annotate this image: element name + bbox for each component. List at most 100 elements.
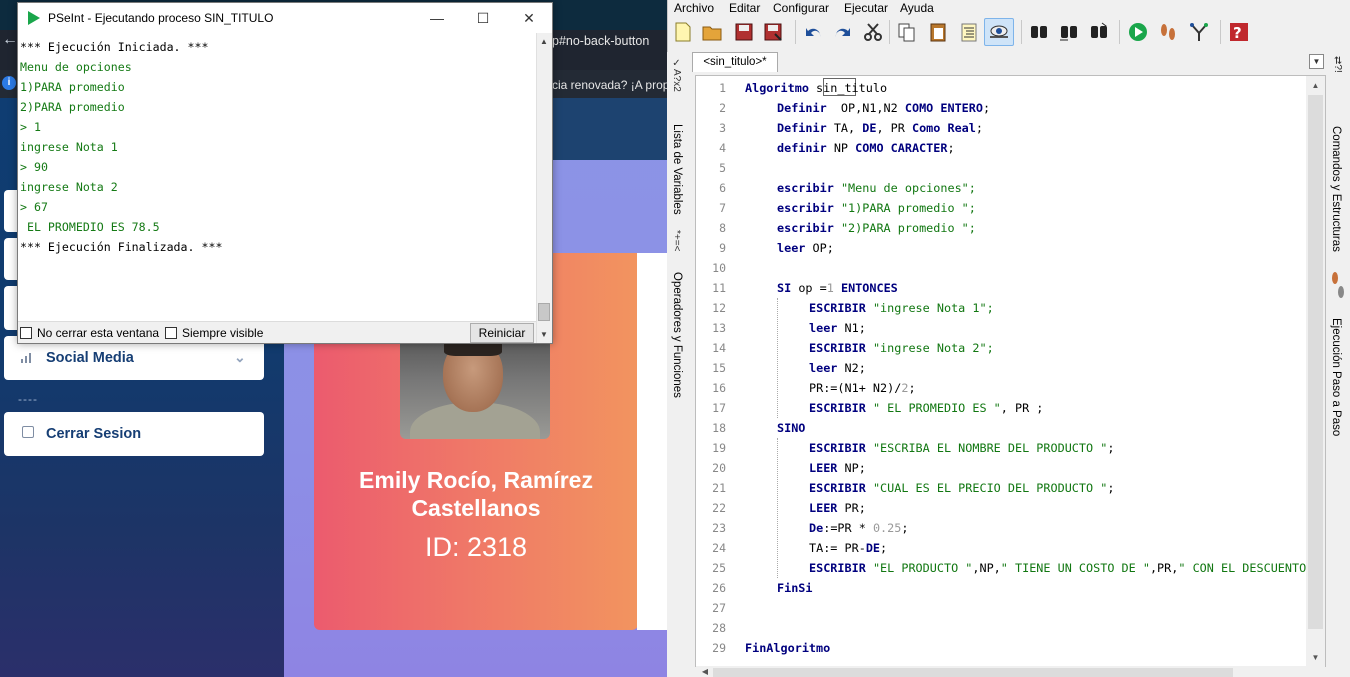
line-number: 4: [719, 141, 726, 155]
line-number: 11: [712, 281, 726, 295]
profile-name: Emily Rocío, Ramírez Castellanos: [359, 467, 593, 521]
flowchart-icon[interactable]: [1188, 21, 1210, 43]
menu-configurar[interactable]: Configurar: [773, 1, 829, 15]
scroll-down-arrow-icon[interactable]: ▼: [1306, 650, 1325, 666]
save-icon[interactable]: [733, 21, 755, 43]
scroll-down-arrow-icon[interactable]: ▼: [536, 327, 552, 343]
tab-commands[interactable]: Comandos y Estructuras: [1330, 126, 1342, 252]
menu-bar: [0, 0, 683, 16]
menu-ayuda[interactable]: Ayuda: [900, 1, 934, 15]
menu-ejecutar[interactable]: Ejecutar: [844, 1, 888, 15]
step-by-step-icon[interactable]: [1157, 21, 1179, 43]
chevron-down-icon[interactable]: ⌄: [234, 349, 246, 366]
code-line-17[interactable]: ESCRIBIR " EL PROMEDIO ES ", PR ;: [809, 398, 1043, 418]
replace-icon[interactable]: [1088, 21, 1110, 43]
code-line-7[interactable]: escribir "1)PARA promedio ";: [777, 198, 976, 218]
editor-hscroll-thumb[interactable]: [713, 668, 1233, 677]
tab-operators[interactable]: Operadores y Funciones: [671, 272, 683, 398]
sidebar-item-hidden-3[interactable]: [4, 286, 18, 330]
run-icon[interactable]: [1127, 21, 1149, 43]
code-line-2[interactable]: Definir OP,N1,N2 COMO ENTERO;: [777, 98, 990, 118]
sidebar-separator: ----: [18, 392, 38, 406]
scroll-up-arrow-icon[interactable]: ▲: [1306, 78, 1325, 94]
code-line-4[interactable]: definir NP COMO CARACTER;: [777, 138, 955, 158]
code-line-9[interactable]: leer OP;: [777, 238, 834, 258]
line-number: 29: [712, 641, 726, 655]
operators-icon: *+=<: [671, 230, 682, 252]
console-output[interactable]: *** Ejecución Iniciada. *** Menu de opcio…: [18, 33, 536, 321]
line-number: 9: [719, 241, 726, 255]
editor-scrollbar-thumb[interactable]: [1308, 95, 1323, 629]
code-line-14[interactable]: ESCRIBIR "ingrese Nota 2";: [809, 338, 994, 358]
code-line-15[interactable]: leer N2;: [809, 358, 866, 378]
line-number: 15: [712, 361, 726, 375]
sidebar-item-hidden-1[interactable]: [4, 190, 18, 232]
code-line-22[interactable]: LEER PR;: [809, 498, 866, 518]
code-line-29[interactable]: FinAlgoritmo: [745, 638, 830, 658]
line-number: 12: [712, 301, 726, 315]
scroll-left-arrow-icon[interactable]: ◀: [698, 666, 712, 677]
line-number: 26: [712, 581, 726, 595]
code-line-24[interactable]: TA:= PR-DE;: [809, 538, 887, 558]
console-scrollbar[interactable]: [536, 33, 552, 343]
toolbar-separator: [889, 20, 890, 44]
line-number: 2: [719, 101, 726, 115]
code-line-19[interactable]: ESCRIBIR "ESCRIBA EL NOMBRE DEL PRODUCTO…: [809, 438, 1114, 458]
code-line-3[interactable]: Definir TA, DE, PR Como Real;: [777, 118, 983, 138]
save-as-icon[interactable]: [762, 21, 784, 43]
console-line: 2)PARA promedio: [20, 100, 125, 114]
code-line-12[interactable]: ESCRIBIR "ingrese Nota 1";: [809, 298, 994, 318]
paste-icon[interactable]: [927, 21, 949, 43]
console-line: Menu de opciones: [20, 60, 132, 74]
menu-editar[interactable]: Editar: [729, 1, 760, 15]
indent-guide: [777, 298, 778, 418]
console-line: > 90: [20, 160, 48, 174]
tab-sin-titulo[interactable]: <sin_titulo>*: [692, 52, 778, 72]
undo-icon[interactable]: [802, 21, 824, 43]
copy-icon[interactable]: [896, 21, 918, 43]
menu-archivo[interactable]: Archivo: [674, 1, 714, 15]
commands-icon: ⇄?!: [1332, 56, 1343, 73]
logout-button[interactable]: Cerrar Sesion: [4, 412, 264, 456]
new-file-icon[interactable]: [672, 21, 694, 43]
tab-list-dropdown-icon[interactable]: ▼: [1309, 54, 1324, 69]
scrollbar-thumb[interactable]: [538, 303, 550, 321]
restart-button[interactable]: Reiniciar: [470, 323, 534, 343]
code-line-1[interactable]: Algoritmo sin_titulo: [745, 78, 887, 98]
code-line-21[interactable]: ESCRIBIR "CUAL ES EL PRECIO DEL PRODUCTO…: [809, 478, 1114, 498]
search-code-icon[interactable]: [988, 21, 1010, 43]
code-line-25[interactable]: ESCRIBIR "EL PRODUCTO ",NP," TIENE UN CO…: [809, 558, 1306, 578]
tab-step-by-step[interactable]: Ejecución Paso a Paso: [1330, 318, 1342, 436]
line-number: 25: [712, 561, 726, 575]
find-icon[interactable]: [1028, 21, 1050, 43]
footsteps-icon: [1332, 272, 1344, 298]
toolbar: [0, 16, 683, 50]
redo-icon[interactable]: [832, 21, 854, 43]
code-line-6[interactable]: escribir "Menu de opciones";: [777, 178, 976, 198]
info-bar-text: cia renovada? ¡A prop: [552, 78, 670, 92]
indent-icon[interactable]: [958, 21, 980, 43]
tab-variables[interactable]: Lista de Variables: [671, 124, 683, 215]
always-visible-label[interactable]: Siempre visible: [182, 326, 263, 340]
logout-label: Cerrar Sesion: [46, 426, 142, 442]
code-line-16[interactable]: PR:=(N1+ N2)/2;: [809, 378, 916, 398]
code-line-18[interactable]: SINO: [777, 418, 805, 438]
always-visible-checkbox[interactable]: [165, 327, 177, 339]
line-number: 21: [712, 481, 726, 495]
code-line-23[interactable]: De:=PR * 0.25;: [809, 518, 908, 538]
line-number: 23: [712, 521, 726, 535]
keep-open-label[interactable]: No cerrar esta ventana: [37, 326, 159, 340]
open-folder-icon[interactable]: [701, 21, 723, 43]
line-number: 27: [712, 601, 726, 615]
code-line-26[interactable]: FinSi: [777, 578, 813, 598]
sidebar-item-hidden-2[interactable]: [4, 238, 18, 280]
help-icon[interactable]: ?: [1228, 21, 1250, 43]
keep-open-checkbox[interactable]: [20, 327, 32, 339]
find-next-icon[interactable]: [1058, 21, 1080, 43]
code-line-13[interactable]: leer N1;: [809, 318, 866, 338]
cut-icon[interactable]: [862, 21, 884, 43]
code-line-20[interactable]: LEER NP;: [809, 458, 866, 478]
code-line-8[interactable]: escribir "2)PARA promedio ";: [777, 218, 976, 238]
code-line-11[interactable]: SI op =1 ENTONCES: [777, 278, 898, 298]
line-number: 6: [719, 181, 726, 195]
